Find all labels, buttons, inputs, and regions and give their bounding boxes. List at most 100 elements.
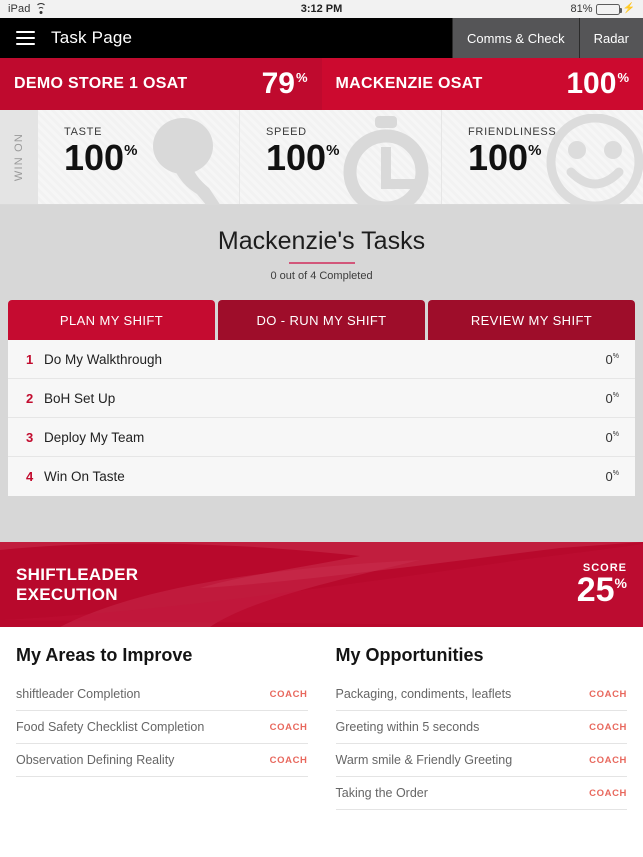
metric-friendliness-value: 100%: [468, 140, 643, 176]
execution-title: SHIFTLEADER EXECUTION: [16, 565, 138, 604]
metric-friendliness-unit: %: [528, 142, 542, 159]
list-item[interactable]: Warm smile & Friendly Greeting COACH: [335, 744, 627, 777]
task-number: 2: [26, 390, 34, 406]
metric-taste[interactable]: TASTE 100%: [38, 110, 239, 204]
metric-friendliness-number: 100: [468, 137, 529, 178]
tasks-bottom-spacer: [0, 496, 643, 542]
improve-item-label: Observation Defining Reality: [16, 753, 175, 767]
task-name: BoH Set Up: [44, 390, 116, 406]
wifi-icon: [35, 2, 47, 14]
task-progress-number: 0: [605, 469, 613, 484]
store-osat-value: 79%: [262, 69, 308, 99]
tasks-completion-status: 0 out of 4 Completed: [270, 270, 373, 282]
metric-speed-number: 100: [266, 137, 327, 178]
app-navigation-bar: Task Page Comms & Check Radar: [0, 18, 643, 58]
shift-tabs: PLAN MY SHIFT DO - RUN MY SHIFT REVIEW M…: [0, 282, 643, 340]
task-number: 4: [26, 469, 34, 484]
metric-taste-value: 100%: [64, 140, 239, 176]
coach-link[interactable]: COACH: [270, 755, 308, 766]
list-item[interactable]: Observation Defining Reality COACH: [16, 744, 308, 777]
tasks-heading: Mackenzie's Tasks: [217, 227, 426, 255]
status-bar-clock: 3:12 PM: [300, 3, 343, 15]
list-item[interactable]: Packaging, condiments, leaflets COACH: [335, 678, 627, 711]
opportunity-item-label: Greeting within 5 seconds: [335, 720, 480, 734]
tasks-heading-underline: [288, 262, 355, 264]
metric-taste-unit: %: [124, 142, 138, 159]
task-progress-unit: %: [612, 352, 619, 360]
store-osat-panel[interactable]: DEMO STORE 1 OSAT 79%: [0, 58, 322, 110]
list-item[interactable]: Greeting within 5 seconds COACH: [335, 711, 627, 744]
execution-title-line2: EXECUTION: [16, 584, 118, 604]
battery-icon: [595, 3, 622, 15]
coach-link[interactable]: COACH: [589, 788, 627, 799]
user-osat-panel[interactable]: MACKENZIE OSAT 100%: [321, 58, 643, 110]
execution-score-number: 25: [576, 571, 615, 610]
opportunities-column: My Opportunities Packaging, condiments, …: [335, 645, 627, 810]
areas-to-improve-title: My Areas to Improve: [16, 645, 193, 665]
task-list: 1 Do My Walkthrough 0% 2 BoH Set Up 0% 3…: [8, 340, 635, 496]
metric-friendliness[interactable]: FRIENDLINESS 100%: [441, 110, 643, 204]
navbar-left-group: Task Page: [0, 18, 452, 58]
task-name: Win On Taste: [44, 469, 125, 484]
task-progress-unit: %: [612, 430, 619, 438]
shiftleader-execution-banner[interactable]: SHIFTLEADER EXECUTION SCORE 25%: [0, 542, 643, 627]
lightning-bolt-icon: ⚡: [622, 3, 635, 14]
task-progress-number: 0: [605, 351, 613, 367]
task-name: Do My Walkthrough: [44, 351, 163, 367]
user-osat-number: 100: [566, 67, 617, 100]
store-osat-unit: %: [295, 70, 308, 85]
execution-score-value: 25%: [576, 571, 627, 610]
store-osat-number: 79: [261, 67, 295, 100]
task-progress-unit: %: [612, 391, 619, 399]
status-bar-left: iPad: [8, 2, 47, 15]
table-row[interactable]: 4 Win On Taste 0%: [8, 457, 635, 496]
tab-review-my-shift[interactable]: REVIEW MY SHIFT: [428, 300, 635, 340]
execution-score: SCORE 25%: [576, 562, 627, 610]
table-row[interactable]: 1 Do My Walkthrough 0%: [8, 340, 635, 379]
list-item[interactable]: shiftleader Completion COACH: [16, 678, 308, 711]
opportunity-item-label: Warm smile & Friendly Greeting: [335, 753, 513, 767]
execution-score-unit: %: [614, 575, 627, 592]
tab-plan-my-shift[interactable]: PLAN MY SHIFT: [8, 300, 215, 340]
task-progress-unit: %: [612, 470, 619, 477]
task-progress: 0%: [606, 469, 619, 484]
coach-link[interactable]: COACH: [589, 722, 627, 733]
task-number: 1: [26, 351, 34, 367]
page-title: Task Page: [51, 28, 133, 47]
list-item[interactable]: Food Safety Checklist Completion COACH: [16, 711, 308, 744]
coach-link[interactable]: COACH: [270, 722, 308, 733]
coach-link[interactable]: COACH: [270, 689, 308, 700]
user-osat-unit: %: [617, 70, 629, 85]
battery-percent-label: 81%: [570, 3, 593, 15]
table-row[interactable]: 3 Deploy My Team 0%: [8, 418, 635, 457]
tasks-section: Mackenzie's Tasks 0 out of 4 Completed P…: [0, 205, 643, 542]
opportunities-title: My Opportunities: [335, 645, 484, 665]
task-progress-number: 0: [605, 390, 613, 406]
radar-button[interactable]: Radar: [578, 18, 643, 58]
list-item[interactable]: Taking the Order COACH: [335, 777, 627, 810]
task-progress: 0%: [606, 391, 619, 406]
task-number: 3: [26, 429, 34, 445]
store-osat-label: DEMO STORE 1 OSAT: [14, 75, 188, 92]
coach-link[interactable]: COACH: [589, 689, 627, 700]
hamburger-menu-icon[interactable]: [16, 31, 35, 45]
coach-link[interactable]: COACH: [589, 755, 627, 766]
metric-speed[interactable]: SPEED 100%: [239, 110, 441, 204]
user-osat-label: MACKENZIE OSAT: [335, 75, 483, 92]
task-progress: 0%: [606, 430, 619, 445]
task-progress: 0%: [606, 352, 619, 367]
device-name-label: iPad: [8, 3, 31, 15]
metric-speed-unit: %: [326, 142, 340, 159]
comms-and-check-button[interactable]: Comms & Check: [452, 18, 579, 58]
table-row[interactable]: 2 BoH Set Up 0%: [8, 379, 635, 418]
opportunity-item-label: Taking the Order: [335, 786, 428, 800]
tab-do-run-my-shift[interactable]: DO - RUN MY SHIFT: [218, 300, 425, 340]
status-bar-right: 81% ⚡: [571, 3, 635, 15]
execution-title-line1: SHIFTLEADER: [16, 564, 139, 584]
improve-item-label: Food Safety Checklist Completion: [16, 720, 205, 734]
metric-taste-number: 100: [64, 137, 125, 178]
metric-speed-value: 100%: [266, 140, 441, 176]
bottom-columns: My Areas to Improve shiftleader Completi…: [0, 627, 643, 810]
opportunity-item-label: Packaging, condiments, leaflets: [335, 687, 512, 701]
task-name: Deploy My Team: [44, 429, 145, 445]
